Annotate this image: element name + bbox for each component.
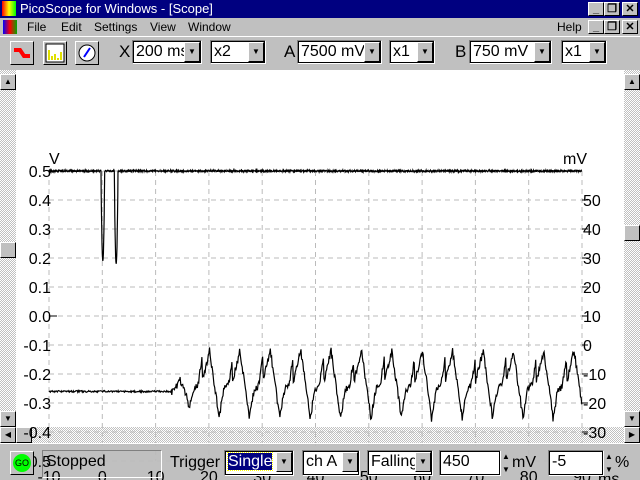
left-y-tick-label: 0.4 bbox=[29, 193, 51, 210]
right-y-tick-label: -10 bbox=[583, 367, 606, 384]
right-y-tick-label: 0 bbox=[583, 338, 592, 355]
acquisition-status: Stopped bbox=[42, 450, 162, 478]
scroll-left-arrow-icon[interactable]: ◀ bbox=[0, 427, 16, 443]
go-icon: GO bbox=[13, 454, 31, 472]
right-y-tick-label: 20 bbox=[583, 280, 601, 297]
scope-plot[interactable]: -1001020304050607080900.50.40.30.20.10.0… bbox=[16, 70, 624, 427]
threshold-spinner[interactable]: ▲ ▼ bbox=[501, 450, 511, 476]
chevron-down-icon[interactable]: ▼ bbox=[342, 452, 358, 472]
pretrigger-spinner[interactable]: ▲ ▼ bbox=[604, 450, 614, 476]
trigger-edge-select[interactable]: Falling ▼ bbox=[367, 450, 433, 476]
trigger-threshold-input[interactable]: 450 bbox=[439, 450, 501, 476]
trigger-channel-select[interactable]: ch A ▼ bbox=[302, 450, 360, 476]
pretrigger-unit: % bbox=[615, 454, 629, 472]
left-y-tick-label: -0.2 bbox=[23, 367, 51, 384]
right-y-tick-label: 30 bbox=[583, 251, 601, 268]
pretrigger-input[interactable]: -5 bbox=[548, 450, 604, 476]
trigger-edge-value: Falling bbox=[371, 453, 418, 470]
channel-b-trace bbox=[49, 347, 582, 421]
left-y-tick-label: 0.2 bbox=[29, 251, 51, 268]
right-offset-scrollbar[interactable] bbox=[624, 70, 640, 427]
left-y-tick-label: 0.0 bbox=[29, 309, 51, 326]
threshold-unit: mV bbox=[512, 454, 536, 472]
close-button[interactable]: ✕ bbox=[622, 2, 638, 16]
left-y-tick-label: 0.1 bbox=[29, 280, 51, 297]
scroll-up-arrow-icon[interactable]: ▲ bbox=[624, 74, 640, 90]
chevron-down-icon[interactable]: ▼ bbox=[415, 452, 431, 472]
scroll-right-arrow-icon[interactable]: ▶ bbox=[624, 427, 640, 443]
trigger-label: Trigger bbox=[170, 451, 220, 475]
right-y-tick-label: 40 bbox=[583, 222, 601, 239]
trigger-channel-value: ch A bbox=[306, 453, 337, 470]
right-y-tick-label: 10 bbox=[583, 309, 601, 326]
left-axis-unit: V bbox=[49, 151, 60, 168]
scope-chart: -1001020304050607080900.50.40.30.20.10.0… bbox=[0, 0, 608, 357]
scroll-down-arrow-icon[interactable]: ▼ bbox=[0, 411, 16, 427]
trigger-mode-select[interactable]: Single ▼ bbox=[224, 450, 294, 476]
left-y-tick-label: 0.3 bbox=[29, 222, 51, 239]
right-scroll-thumb[interactable] bbox=[624, 225, 640, 241]
right-y-tick-label: -30 bbox=[583, 425, 606, 442]
doc-close-button[interactable]: ✕ bbox=[622, 20, 638, 34]
status-bar: GO Stopped Trigger Single ▼ ch A ▼ Falling… bbox=[0, 443, 640, 480]
left-y-tick-label: -0.4 bbox=[23, 425, 51, 442]
right-y-tick-label: 50 bbox=[583, 193, 601, 210]
right-y-tick-label: -20 bbox=[583, 396, 606, 413]
chevron-down-icon[interactable]: ▼ bbox=[276, 452, 292, 472]
left-y-tick-label: 0.5 bbox=[29, 164, 51, 181]
time-scrollbar[interactable] bbox=[0, 427, 640, 443]
left-y-tick-label: -0.1 bbox=[23, 338, 51, 355]
go-button[interactable]: GO bbox=[10, 451, 34, 475]
right-axis-unit: mV bbox=[563, 151, 587, 168]
trigger-mode-value: Single bbox=[228, 453, 272, 470]
left-y-tick-label: -0.3 bbox=[23, 396, 51, 413]
scroll-down-arrow-icon[interactable]: ▼ bbox=[624, 411, 640, 427]
